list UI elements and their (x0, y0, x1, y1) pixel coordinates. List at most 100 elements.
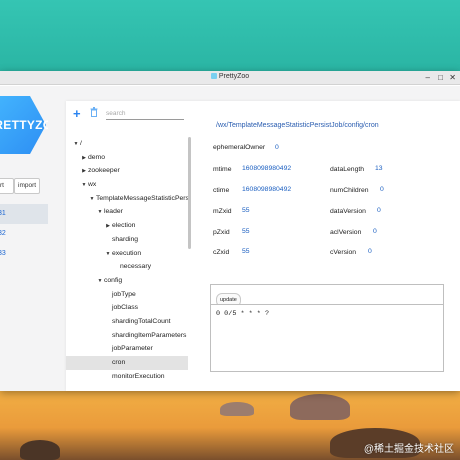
watermark: @稀土掘金技术社区 (363, 444, 454, 455)
stat-value: 13 (375, 165, 383, 172)
tree-node[interactable]: cron (66, 356, 188, 370)
expanded-arrow-icon[interactable]: ▼ (88, 193, 96, 207)
stat-value: 55 (242, 228, 250, 235)
window-title: PrettyZoo (0, 73, 460, 80)
rock-shape (20, 440, 60, 460)
stat-label: mtime (213, 166, 232, 173)
tree-node-label: cron (112, 359, 126, 366)
expanded-arrow-icon[interactable]: ▼ (104, 248, 112, 262)
stat-label: cVersion (330, 249, 357, 256)
stat-label: pZxid (213, 229, 230, 236)
tree-node[interactable]: ▶ demo (66, 151, 188, 165)
stat-label: aclVersion (330, 229, 362, 236)
server-item[interactable]: 31 (0, 204, 48, 224)
collapsed-arrow-icon[interactable]: ▶ (104, 220, 112, 234)
stat-value: 55 (242, 207, 250, 214)
tree-node[interactable]: ▶ zookeeper (66, 164, 188, 178)
tree-node[interactable]: ▼ execution (66, 247, 188, 261)
import-button[interactable]: import (14, 178, 40, 194)
logo-text: PRETTYZOO (0, 118, 48, 132)
tree-node[interactable]: ▶ election (66, 219, 188, 233)
stat-label: ctime (213, 187, 230, 194)
tree-node-label: shardingTotalCount (112, 317, 171, 325)
node-path: /wx/TemplateMessageStatisticPersistJob/c… (216, 122, 379, 129)
stat-value: 0 (373, 228, 377, 235)
collapsed-arrow-icon[interactable]: ▶ (80, 152, 88, 166)
trash-icon[interactable] (90, 107, 98, 117)
close-icon[interactable]: ✕ (449, 73, 456, 82)
tree-node-label: shardingItemParameters (112, 331, 187, 339)
tree-node-label: demo (88, 153, 106, 161)
sidebar-button-0[interactable]: rt (0, 178, 14, 194)
stat-value: 0 (380, 186, 384, 193)
tree-node[interactable]: ▼ config (66, 274, 188, 288)
server-item-label: 31 (0, 210, 6, 217)
title-bar[interactable]: PrettyZoo – □ ✕ (0, 71, 460, 85)
rock-shape (220, 402, 254, 416)
tree-scrollbar[interactable] (188, 137, 191, 249)
tree-node-label: election (112, 222, 136, 230)
stat-value: 0 (368, 248, 372, 255)
server-item-label: 32 (0, 230, 6, 237)
server-list: 31 32 33 (0, 204, 48, 264)
tree-node-label: jobClass (112, 304, 139, 312)
tree-node[interactable]: ▼ TemplateMessageStatisticPersi (66, 192, 188, 206)
tree-node[interactable]: ▼ / (66, 137, 188, 151)
stat-label: ephemeralOwner (213, 144, 266, 151)
stat-value: 1608098980492 (242, 186, 292, 193)
tree-node[interactable]: jobType (66, 288, 188, 302)
maximize-icon[interactable]: □ (438, 73, 443, 82)
tree-node-label: config (104, 276, 123, 284)
expanded-arrow-icon[interactable]: ▼ (96, 206, 104, 220)
app-window: PrettyZoo – □ ✕ PRETTYZOO rt import 31 3… (0, 71, 460, 391)
stat-label: mZxid (213, 208, 232, 215)
window-body: PRETTYZOO rt import 31 32 33 + ▼/▶demo▶z… (0, 86, 460, 391)
search-input[interactable] (106, 108, 184, 120)
desktop-sky (0, 0, 460, 80)
tree-node-label: execution (112, 249, 142, 257)
tree-node-label: leader (104, 208, 123, 216)
tree-node-label: / (80, 140, 82, 147)
stat-value: 0 (275, 144, 279, 151)
data-editor[interactable]: 0 0/5 * * * ? (210, 304, 444, 372)
tree-node-label: wx (88, 181, 97, 189)
node-tree: ▼ / ▶ demo ▶ zookeeper ▼ wx ▼ TemplateMessageStat… (66, 137, 188, 389)
tree-node[interactable]: jobParameter (66, 342, 188, 356)
server-item[interactable]: 33 (0, 244, 48, 264)
expanded-arrow-icon[interactable]: ▼ (96, 275, 104, 289)
stat-label: numChildren (330, 187, 369, 194)
expanded-arrow-icon[interactable]: ▼ (80, 179, 88, 193)
server-item-label: 33 (0, 250, 6, 257)
collapsed-arrow-icon[interactable]: ▶ (80, 165, 88, 179)
server-item[interactable]: 32 (0, 224, 48, 244)
logo: PRETTYZOO (0, 96, 48, 154)
tree-node-label: zookeeper (88, 167, 120, 175)
rock-shape (290, 394, 350, 420)
data-editor-text[interactable]: 0 0/5 * * * ? (216, 310, 269, 318)
editor-toolbar (210, 284, 444, 305)
stat-value: 55 (242, 248, 250, 255)
stat-value: 1608098980492 (242, 165, 292, 172)
minimize-icon[interactable]: – (426, 73, 430, 82)
add-node-button[interactable]: + (73, 106, 81, 121)
tree-node[interactable]: shardingItemParameters (66, 329, 188, 343)
stat-value: 0 (377, 207, 381, 214)
expanded-arrow-icon[interactable]: ▼ (72, 138, 80, 152)
tree-node[interactable]: sharding (66, 233, 188, 247)
tree-node[interactable]: ▼ leader (66, 205, 188, 219)
stat-label: dataLength (330, 166, 365, 173)
window-title-text: PrettyZoo (218, 73, 250, 80)
tree-node-label: TemplateMessageStatisticPersi (96, 194, 188, 202)
stat-label: dataVersion (330, 208, 366, 215)
tree-node[interactable]: monitorExecution (66, 370, 188, 384)
tree-node[interactable]: necessary (66, 260, 188, 274)
tree-node-label: monitorExecution (112, 372, 165, 380)
tree-node-label: jobParameter (112, 345, 153, 353)
app-icon (210, 73, 217, 79)
desktop-beach: @稀土掘金技术社区 (0, 388, 460, 460)
tree-node-label: jobType (112, 290, 136, 298)
tree-node[interactable]: shardingTotalCount (66, 315, 188, 329)
tree-node[interactable]: ▼ wx (66, 178, 188, 192)
sidebar: PRETTYZOO rt import 31 32 33 (0, 86, 48, 391)
tree-node[interactable]: jobClass (66, 301, 188, 315)
